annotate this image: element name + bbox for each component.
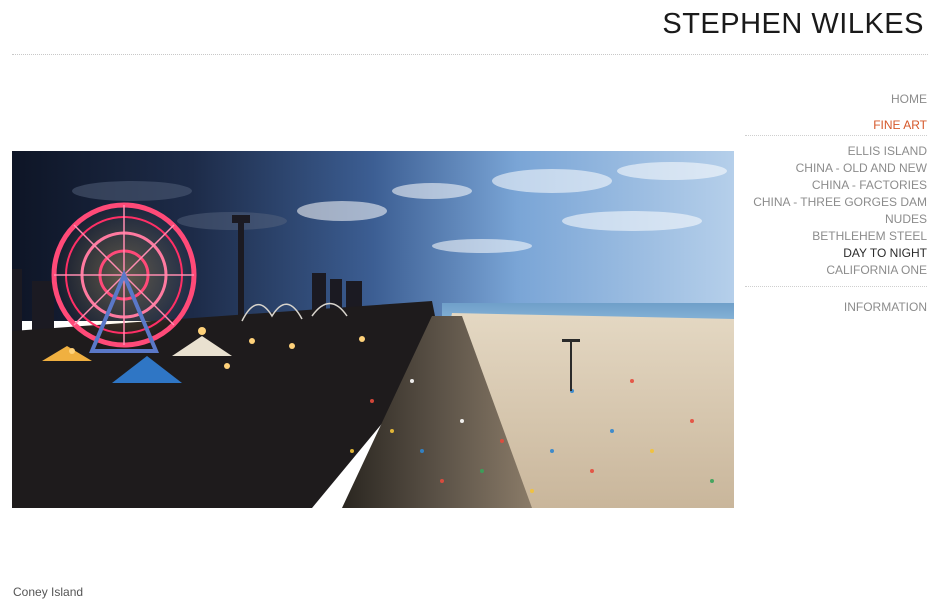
- nav-item-china-factories[interactable]: CHINA - FACTORIES: [745, 177, 927, 194]
- site-title[interactable]: STEPHEN WILKES: [662, 8, 924, 41]
- nav-item-nudes[interactable]: NUDES: [745, 211, 927, 228]
- photo-caption: Coney Island: [13, 585, 84, 599]
- nav-fine-art[interactable]: FINE ART: [745, 117, 927, 133]
- nav-item-california-one[interactable]: CALIFORNIA ONE: [745, 262, 927, 279]
- nav-divider: [745, 286, 927, 287]
- nav-item-ellis-island[interactable]: ELLIS ISLAND: [745, 143, 927, 160]
- coney-island-photo[interactable]: [12, 151, 734, 508]
- nav-divider: [745, 135, 927, 136]
- fine-art-submenu: ELLIS ISLAND CHINA - OLD AND NEW CHINA -…: [745, 143, 927, 279]
- nav-information[interactable]: INFORMATION: [745, 299, 927, 315]
- nav-item-china-three-gorges-dam[interactable]: CHINA - THREE GORGES DAM: [745, 194, 927, 211]
- nav-item-day-to-night[interactable]: DAY TO NIGHT: [745, 245, 927, 262]
- header-divider: [12, 54, 928, 55]
- nav-item-bethlehem-steel[interactable]: BETHLEHEM STEEL: [745, 228, 927, 245]
- nav-item-china-old-and-new[interactable]: CHINA - OLD AND NEW: [745, 160, 927, 177]
- nav-home[interactable]: HOME: [745, 91, 927, 107]
- main-nav: HOME FINE ART ELLIS ISLAND CHINA - OLD A…: [745, 91, 927, 315]
